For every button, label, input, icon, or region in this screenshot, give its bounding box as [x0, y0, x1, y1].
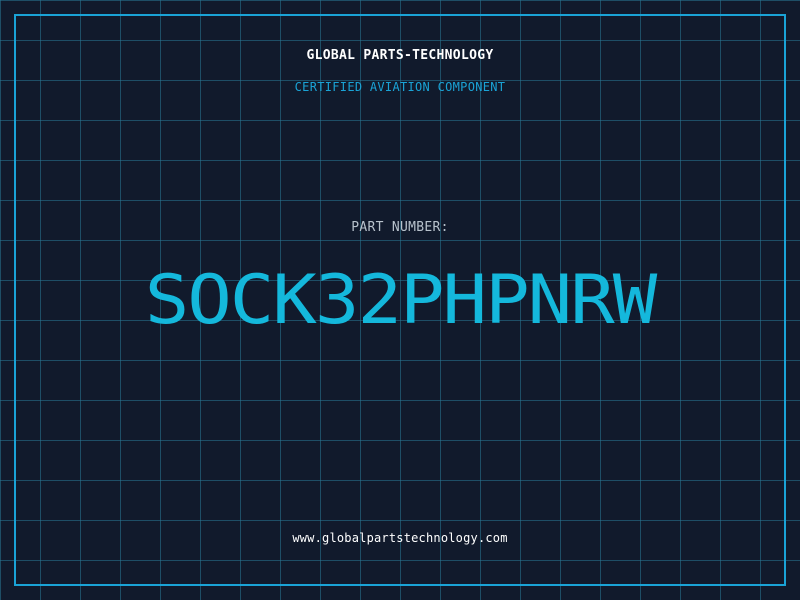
website-url: www.globalpartstechnology.com	[292, 531, 508, 545]
part-number-value: SOCK32PHPNRW	[144, 260, 658, 340]
company-name: GLOBAL PARTS-TECHNOLOGY	[306, 48, 494, 63]
part-label-card: GLOBAL PARTS-TECHNOLOGY CERTIFIED AVIATI…	[0, 0, 800, 600]
certification-subtitle: CERTIFIED AVIATION COMPONENT	[294, 80, 506, 94]
part-number-label: PART NUMBER:	[351, 220, 449, 235]
